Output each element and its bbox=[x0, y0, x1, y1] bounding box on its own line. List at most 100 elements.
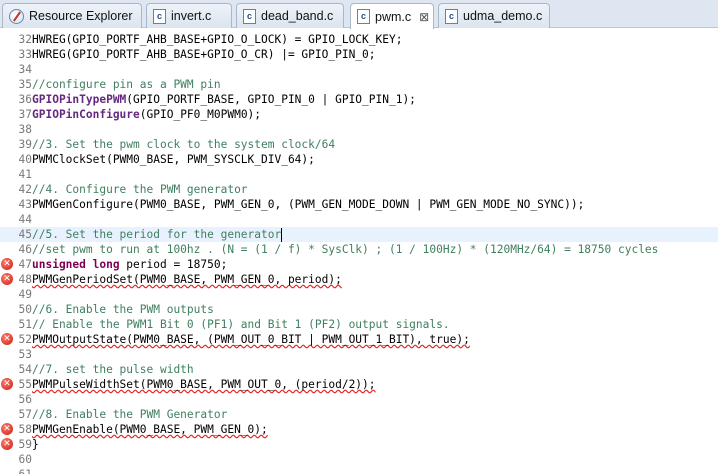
code-token: GPIOPinTypePWM bbox=[32, 93, 127, 106]
line-number: 34 bbox=[18, 63, 32, 76]
code-line[interactable]: 43 PWMGenConfigure(PWM0_BASE, PWM_GEN_0, … bbox=[0, 197, 718, 212]
code-line[interactable]: 57//8. Enable the PWM Generator bbox=[0, 407, 718, 422]
tab-invert-c[interactable]: c invert.c bbox=[146, 3, 232, 28]
line-number: 53 bbox=[18, 348, 32, 361]
code-line[interactable]: 44 bbox=[0, 212, 718, 227]
code-line[interactable]: 38 bbox=[0, 122, 718, 137]
tab-dead-band-c[interactable]: c dead_band.c bbox=[236, 3, 344, 28]
code-line[interactable]: ✕ 48 PWMGenPeriodSet(PWM0_BASE, PWM_GEN_0,… bbox=[0, 272, 718, 287]
code-token: //3. Set the pwm clock to the system clo… bbox=[32, 138, 336, 151]
line-number: 33 bbox=[18, 48, 32, 61]
tab-udma-demo-c[interactable]: c udma_demo.c bbox=[438, 3, 550, 28]
code-line[interactable]: ✕ 59} bbox=[0, 437, 718, 452]
code-token: PWMClockSet(PWM0_BASE, PWM_SYSCLK_DIV_64… bbox=[32, 153, 315, 166]
line-number: 55 bbox=[18, 378, 32, 391]
code-line[interactable]: 33 HWREG(GPIO_PORTF_AHB_BASE+GPIO_O_CR) |… bbox=[0, 47, 718, 62]
code-text: } bbox=[32, 437, 39, 452]
code-line[interactable]: 49 bbox=[0, 287, 718, 302]
line-number: 42 bbox=[18, 183, 32, 196]
line-number: 44 bbox=[18, 213, 32, 226]
line-number: 61 bbox=[12, 467, 32, 474]
line-number: 56 bbox=[18, 393, 32, 406]
code-token: //4. Configure the PWM generator bbox=[32, 183, 248, 196]
code-text: //4. Configure the PWM generator bbox=[32, 182, 248, 197]
c-file-icon: c bbox=[445, 8, 458, 24]
code-line[interactable]: ✕ 55 PWMPulseWidthSet(PWM0_BASE, PWM_OUT_0… bbox=[0, 377, 718, 392]
code-text: //7. set the pulse width bbox=[32, 362, 194, 377]
code-text: unsigned long period = 18750; bbox=[32, 257, 227, 272]
code-text: GPIOPinTypePWM(GPIO_PORTF_BASE, GPIO_PIN… bbox=[32, 92, 416, 107]
code-line[interactable]: 56 bbox=[0, 392, 718, 407]
code-token: // Enable the PWM1 Bit 0 (PF1) and Bit 1… bbox=[32, 318, 450, 331]
code-token: //7. set the pulse width bbox=[32, 363, 194, 376]
line-number: 57 bbox=[18, 408, 32, 421]
line-number: 59 bbox=[18, 438, 32, 451]
code-line[interactable]: ✕ 58 PWMGenEnable(PWM0_BASE, PWM_GEN_0); bbox=[0, 422, 718, 437]
code-editor[interactable]: 32 HWREG(GPIO_PORTF_AHB_BASE+GPIO_O_LOCK)… bbox=[0, 32, 718, 474]
code-text: PWMClockSet(PWM0_BASE, PWM_SYSCLK_DIV_64… bbox=[32, 152, 315, 167]
code-line[interactable]: 41 bbox=[0, 167, 718, 182]
code-token: PWMPulseWidthSet(PWM0_BASE, PWM_OUT_0, (… bbox=[32, 378, 376, 391]
text-cursor bbox=[281, 228, 282, 242]
code-token: PWMGenPeriodSet(PWM0_BASE, PWM_GEN_0, pe… bbox=[32, 273, 342, 286]
code-line[interactable]: 46//set pwm to run at 100hz . (N = (1 / … bbox=[0, 242, 718, 257]
line-number: 38 bbox=[18, 123, 32, 136]
code-text: HWREG(GPIO_PORTF_AHB_BASE+GPIO_O_CR) |= … bbox=[32, 47, 376, 62]
line-number: 50 bbox=[18, 303, 32, 316]
close-tab-icon[interactable]: ⊠ bbox=[419, 10, 429, 24]
line-number: 39 bbox=[18, 138, 32, 151]
line-number: 46 bbox=[18, 243, 32, 256]
code-token: //set pwm to run at 100hz . (N = (1 / f)… bbox=[32, 243, 659, 256]
code-text: //5. Set the period for the generator bbox=[32, 227, 281, 242]
code-line[interactable]: 51// Enable the PWM1 Bit 0 (PF1) and Bit… bbox=[0, 317, 718, 332]
code-text: HWREG(GPIO_PORTF_AHB_BASE+GPIO_O_LOCK) =… bbox=[32, 32, 402, 47]
line-number: 40 bbox=[18, 153, 32, 166]
line-number: 52 bbox=[18, 333, 32, 346]
code-token: HWREG(GPIO_PORTF_AHB_BASE+GPIO_O_CR) |= … bbox=[32, 48, 376, 61]
code-line[interactable]: 45//5. Set the period for the generator bbox=[0, 227, 718, 242]
code-line[interactable]: 40 PWMClockSet(PWM0_BASE, PWM_SYSCLK_DIV_… bbox=[0, 152, 718, 167]
line-number: 60 bbox=[18, 453, 32, 466]
line-number: 35 bbox=[18, 78, 32, 91]
line-number: 32 bbox=[18, 33, 32, 46]
line-number: 49 bbox=[18, 288, 32, 301]
resource-explorer-icon bbox=[9, 8, 24, 24]
tab-pwm-c[interactable]: c pwm.c ⊠ bbox=[350, 3, 434, 29]
code-text: //configure pin as a PWM pin bbox=[32, 77, 221, 92]
tab-label: dead_band.c bbox=[261, 9, 334, 23]
tab-label: udma_demo.c bbox=[463, 9, 543, 23]
code-line[interactable]: 36 GPIOPinTypePWM(GPIO_PORTF_BASE, GPIO_P… bbox=[0, 92, 718, 107]
code-token: (GPIO_PF0_M0PWM0); bbox=[139, 108, 262, 121]
code-text: // Enable the PWM1 Bit 0 (PF1) and Bit 1… bbox=[32, 317, 450, 332]
code-line[interactable]: 32 HWREG(GPIO_PORTF_AHB_BASE+GPIO_O_LOCK)… bbox=[0, 32, 718, 47]
code-token: //5. Set the period for the generator bbox=[32, 228, 282, 241]
code-line[interactable]: 61 bbox=[0, 467, 718, 474]
code-token: PWMGenEnable(PWM0_BASE, PWM_GEN_0); bbox=[32, 423, 268, 436]
code-line[interactable]: 53 bbox=[0, 347, 718, 362]
c-file-icon: c bbox=[153, 8, 166, 24]
code-line[interactable]: 35//configure pin as a PWM pin bbox=[0, 77, 718, 92]
tab-resource-explorer[interactable]: Resource Explorer bbox=[2, 3, 142, 28]
code-text: PWMOutputState(PWM0_BASE, (PWM_OUT_0_BIT… bbox=[32, 332, 470, 347]
line-number: 48 bbox=[18, 273, 32, 286]
line-number: 47 bbox=[18, 258, 32, 271]
code-line[interactable]: ✕ 47 unsigned long period = 18750; bbox=[0, 257, 718, 272]
code-line[interactable]: 54//7. set the pulse width bbox=[0, 362, 718, 377]
code-line[interactable]: 37 GPIOPinConfigure(GPIO_PF0_M0PWM0); bbox=[0, 107, 718, 122]
code-text: PWMGenPeriodSet(PWM0_BASE, PWM_GEN_0, pe… bbox=[32, 272, 342, 287]
code-token: //8. Enable the PWM Generator bbox=[32, 408, 228, 421]
code-line[interactable]: 60 bbox=[0, 452, 718, 467]
c-file-icon: c bbox=[357, 9, 370, 24]
code-line[interactable]: 39//3. Set the pwm clock to the system c… bbox=[0, 137, 718, 152]
code-text: PWMGenConfigure(PWM0_BASE, PWM_GEN_0, (P… bbox=[32, 197, 584, 212]
code-text: PWMGenEnable(PWM0_BASE, PWM_GEN_0); bbox=[32, 422, 268, 437]
code-line[interactable]: ✕ 52 PWMOutputState(PWM0_BASE, (PWM_OUT_0_… bbox=[0, 332, 718, 347]
code-line[interactable]: 42//4. Configure the PWM generator bbox=[0, 182, 718, 197]
line-number: 54 bbox=[18, 363, 32, 376]
code-line[interactable]: 34 bbox=[0, 62, 718, 77]
line-number: 41 bbox=[18, 168, 32, 181]
tab-label: pwm.c bbox=[375, 9, 412, 24]
code-line[interactable]: 50//6. Enable the PWM outputs bbox=[0, 302, 718, 317]
code-text: //6. Enable the PWM outputs bbox=[32, 302, 214, 317]
code-text: //3. Set the pwm clock to the system clo… bbox=[32, 137, 335, 152]
